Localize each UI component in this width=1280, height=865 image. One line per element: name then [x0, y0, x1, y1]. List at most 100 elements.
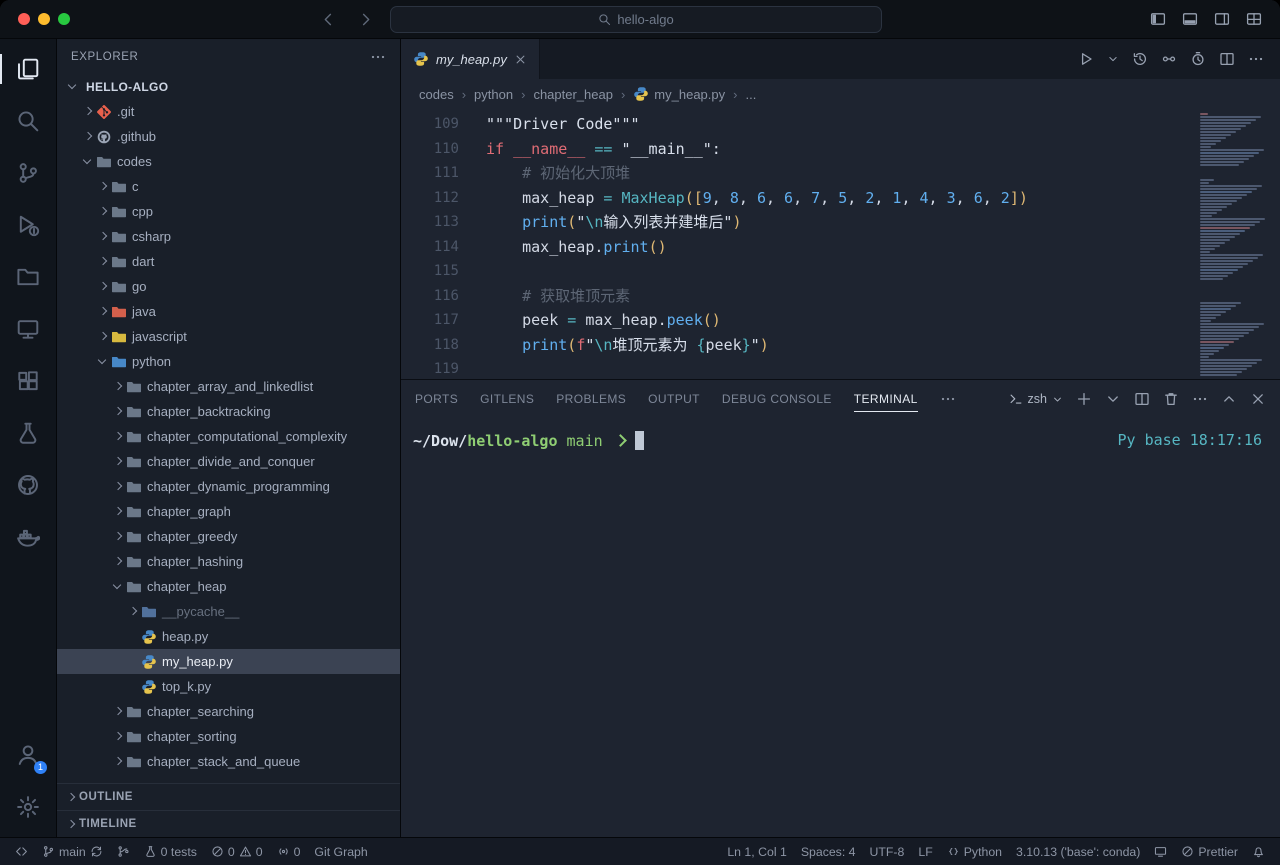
- tree-item-chapter_dynamic_programming[interactable]: chapter_dynamic_programming: [57, 474, 400, 499]
- status-tests[interactable]: 0 tests: [137, 838, 204, 865]
- tree-item-java[interactable]: java: [57, 299, 400, 324]
- zoom-window-button[interactable]: [58, 13, 70, 25]
- tree-item-my_heap.py[interactable]: my_heap.py: [57, 649, 400, 674]
- section-timeline[interactable]: TIMELINE: [57, 810, 400, 837]
- activity-item-explorer[interactable]: [0, 43, 56, 95]
- breadcrumb-item-codes[interactable]: codes: [419, 87, 454, 102]
- status-remote-indicator[interactable]: [8, 838, 35, 865]
- breadcrumb-item-python[interactable]: python: [474, 87, 513, 102]
- activity-item-search[interactable]: [0, 95, 56, 147]
- tree-item-chapter_divide_and_conquer[interactable]: chapter_divide_and_conquer: [57, 449, 400, 474]
- tree-item-chapter_heap[interactable]: chapter_heap: [57, 574, 400, 599]
- timeline-icon[interactable]: [1132, 51, 1148, 67]
- run-profile-icon[interactable]: [1190, 51, 1206, 67]
- close-tab-icon[interactable]: [514, 53, 527, 66]
- tree-item-top_k.py[interactable]: top_k.py: [57, 674, 400, 699]
- tree-item-cpp[interactable]: cpp: [57, 199, 400, 224]
- minimap[interactable]: [1200, 113, 1272, 376]
- section-outline[interactable]: OUTLINE: [57, 783, 400, 810]
- tree-item-chapter_computational_complexity[interactable]: chapter_computational_complexity: [57, 424, 400, 449]
- kill-terminal-icon[interactable]: [1163, 391, 1179, 407]
- tree-item-.git[interactable]: .git: [57, 99, 400, 124]
- status-ports[interactable]: 0: [270, 838, 308, 865]
- toggle-panel-icon[interactable]: [1182, 11, 1198, 27]
- status-remote-screen[interactable]: [1147, 838, 1174, 865]
- panel-tab-gitlens[interactable]: GITLENS: [480, 380, 534, 418]
- tree-item-chapter_hashing[interactable]: chapter_hashing: [57, 549, 400, 574]
- back-arrow-icon[interactable]: [320, 11, 337, 28]
- status-git-graph-view[interactable]: [110, 838, 137, 865]
- activity-item-source-control[interactable]: [0, 147, 56, 199]
- status-eol[interactable]: LF: [911, 838, 939, 865]
- explorer-more-actions-icon[interactable]: [370, 49, 386, 65]
- panel-tabs-more-icon[interactable]: [940, 391, 956, 407]
- activity-item-run-debug[interactable]: [0, 199, 56, 251]
- status-encoding[interactable]: UTF-8: [863, 838, 912, 865]
- forward-arrow-icon[interactable]: [357, 11, 374, 28]
- run-dropdown-icon[interactable]: [1107, 53, 1119, 65]
- tree-item-HELLO-ALGO[interactable]: HELLO-ALGO: [57, 74, 400, 99]
- shell-selector[interactable]: zsh: [1009, 392, 1063, 406]
- tree-item-go[interactable]: go: [57, 274, 400, 299]
- tree-item-dart[interactable]: dart: [57, 249, 400, 274]
- status-problems[interactable]: 00: [204, 838, 270, 865]
- customize-layout-icon[interactable]: [1246, 11, 1262, 27]
- split-terminal-icon[interactable]: [1134, 391, 1150, 407]
- terminal[interactable]: ~/Dow/hello-algo main Py base 18:17:16: [401, 418, 1280, 837]
- activity-item-github[interactable]: [0, 459, 56, 511]
- breadcrumb-item-chapter-heap[interactable]: chapter_heap: [533, 87, 613, 102]
- tree-item-chapter_greedy[interactable]: chapter_greedy: [57, 524, 400, 549]
- panel-tab-terminal[interactable]: TERMINAL: [854, 380, 918, 418]
- toggle-secondary-sidebar-icon[interactable]: [1214, 11, 1230, 27]
- tree-item-python[interactable]: python: [57, 349, 400, 374]
- run-icon[interactable]: [1078, 51, 1094, 67]
- status-indentation[interactable]: Spaces: 4: [794, 838, 863, 865]
- minimize-window-button[interactable]: [38, 13, 50, 25]
- breadcrumb-item-my-heap-py[interactable]: my_heap.py: [633, 86, 725, 102]
- tab-my-heap-py[interactable]: my_heap.py: [401, 39, 540, 79]
- tree-item-.github[interactable]: .github: [57, 124, 400, 149]
- panel-tab-output[interactable]: OUTPUT: [648, 380, 700, 418]
- activity-item-file-folder[interactable]: [0, 251, 56, 303]
- toggle-primary-sidebar-icon[interactable]: [1150, 11, 1166, 27]
- status-python-interpreter[interactable]: 3.10.13 ('base': conda): [1009, 838, 1147, 865]
- maximize-panel-icon[interactable]: [1221, 391, 1237, 407]
- tree-item-csharp[interactable]: csharp: [57, 224, 400, 249]
- more-actions-icon[interactable]: [1248, 51, 1264, 67]
- tree-item-__pycache__[interactable]: __pycache__: [57, 599, 400, 624]
- status-notifications[interactable]: [1245, 838, 1272, 865]
- tree-item-chapter_backtracking[interactable]: chapter_backtracking: [57, 399, 400, 424]
- activity-item-testing[interactable]: [0, 407, 56, 459]
- tree-item-codes[interactable]: codes: [57, 149, 400, 174]
- tree-item-javascript[interactable]: javascript: [57, 324, 400, 349]
- status-language-mode[interactable]: Python: [940, 838, 1009, 865]
- split-editor-icon[interactable]: [1219, 51, 1235, 67]
- new-terminal-icon[interactable]: [1076, 391, 1092, 407]
- panel-tab-problems[interactable]: PROBLEMS: [556, 380, 626, 418]
- activity-item-docker[interactable]: [0, 511, 56, 563]
- tree-item-chapter_sorting[interactable]: chapter_sorting: [57, 724, 400, 749]
- tree-item-chapter_searching[interactable]: chapter_searching: [57, 699, 400, 724]
- terminal-profile-dropdown-icon[interactable]: [1105, 391, 1121, 407]
- close-window-button[interactable]: [18, 13, 30, 25]
- status-cursor-position[interactable]: Ln 1, Col 1: [720, 838, 793, 865]
- command-center-search[interactable]: hello-algo: [390, 6, 882, 33]
- code-editor[interactable]: 109"""Driver Code"""110if __name__ == "_…: [401, 109, 1280, 379]
- more-actions-icon[interactable]: [1192, 391, 1208, 407]
- open-changes-icon[interactable]: [1161, 51, 1177, 67]
- panel-tab-debug-console[interactable]: DEBUG CONSOLE: [722, 380, 832, 418]
- tree-item-chapter_array_and_linkedlist[interactable]: chapter_array_and_linkedlist: [57, 374, 400, 399]
- panel-tab-ports[interactable]: PORTS: [415, 380, 458, 418]
- status-branch-status[interactable]: main: [35, 838, 110, 865]
- tree-item-heap.py[interactable]: heap.py: [57, 624, 400, 649]
- activity-item-settings[interactable]: [0, 781, 56, 833]
- close-panel-icon[interactable]: [1250, 391, 1266, 407]
- tree-item-c[interactable]: c: [57, 174, 400, 199]
- breadcrumb-item--[interactable]: ...: [745, 87, 756, 102]
- activity-item-accounts[interactable]: 1: [0, 729, 56, 781]
- activity-item-remote-explorer[interactable]: [0, 303, 56, 355]
- status-git-graph[interactable]: Git Graph: [307, 838, 374, 865]
- tree-item-chapter_graph[interactable]: chapter_graph: [57, 499, 400, 524]
- activity-item-extensions[interactable]: [0, 355, 56, 407]
- tree-item-chapter_stack_and_queue[interactable]: chapter_stack_and_queue: [57, 749, 400, 774]
